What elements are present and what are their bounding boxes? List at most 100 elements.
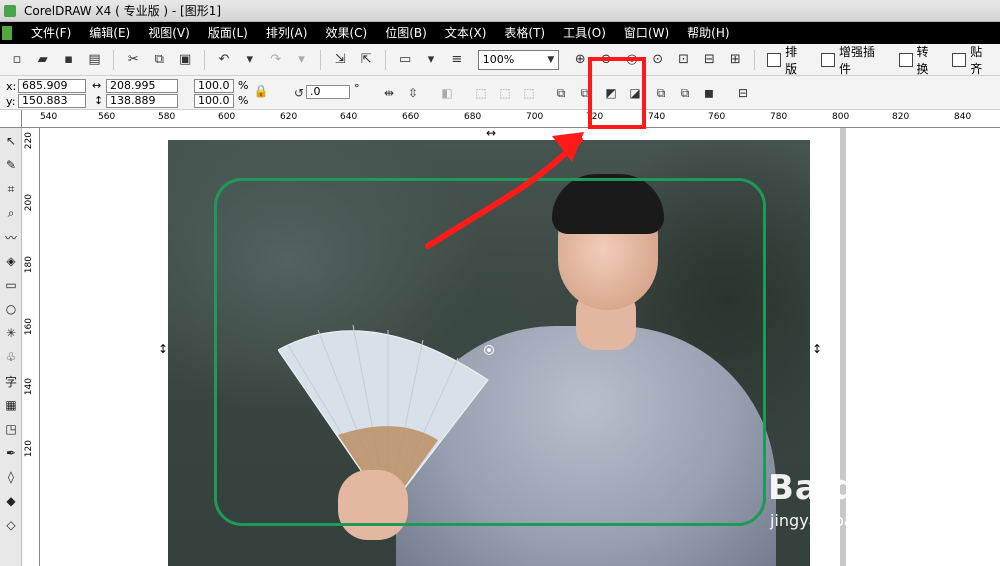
rectangle-tool-icon[interactable]: ▭ xyxy=(0,274,22,296)
table-tool-icon[interactable]: ▦ xyxy=(0,394,22,416)
ruler-tick-label: 220 xyxy=(24,132,34,150)
export-icon[interactable]: ⇱ xyxy=(355,49,377,71)
y-position-field[interactable]: 150.883 mm xyxy=(18,94,86,119)
pick-tool-icon[interactable]: ↖ xyxy=(0,130,22,152)
outline-tool-icon[interactable]: ◊ xyxy=(0,466,22,488)
document-menu-icon[interactable] xyxy=(2,26,12,40)
rotation-angle-field[interactable]: .0 xyxy=(306,85,350,99)
toolbar-separator xyxy=(754,49,756,70)
new-document-icon[interactable]: ▫ xyxy=(6,49,28,71)
back-minus-front-icon[interactable]: ⧉ xyxy=(676,84,694,102)
degree-unit: ° xyxy=(354,82,360,95)
zoom-level-select[interactable]: 100% ▼ xyxy=(477,49,560,70)
chevron-down-icon: ▼ xyxy=(547,54,555,65)
mirror-vertical-icon[interactable]: ⇳ xyxy=(404,84,422,102)
ruler-tick-label: 540 xyxy=(40,112,58,122)
welcome-screen-icon[interactable]: ≡ xyxy=(446,49,468,71)
ruler-tick-label: 120 xyxy=(24,440,34,458)
fit-icon[interactable]: ◧ xyxy=(438,84,456,102)
menu-bitmaps[interactable]: 位图(B) xyxy=(376,22,436,44)
fill-tool-icon[interactable]: ◆ xyxy=(0,490,22,512)
ruler-tick-label: 140 xyxy=(24,378,34,396)
menu-table[interactable]: 表格(T) xyxy=(495,22,554,44)
save-icon[interactable]: ▪ xyxy=(58,49,80,71)
application-launcher-icon[interactable]: ▭ xyxy=(394,49,416,71)
menu-window[interactable]: 窗口(W) xyxy=(615,22,678,44)
ruler-tick-label: 780 xyxy=(770,112,788,122)
zoom-width-icon[interactable]: ⊟ xyxy=(699,49,721,71)
crop-tool-icon[interactable]: ⌗ xyxy=(0,178,22,200)
weld-icon[interactable]: ⧉ xyxy=(552,84,570,102)
height-field[interactable]: 138.889 mm xyxy=(106,94,178,119)
toolbar-separator xyxy=(320,49,322,70)
ruler-tick-label: 580 xyxy=(158,112,176,122)
zoom-page-icon[interactable]: ⊡ xyxy=(673,49,695,71)
top-resize-handle-icon[interactable]: ↔ xyxy=(486,126,496,140)
create-boundary-icon[interactable]: ◼ xyxy=(700,84,718,102)
cut-icon[interactable]: ✂ xyxy=(122,49,144,71)
scale-x-field[interactable]: 100.0 xyxy=(194,79,234,93)
menu-text[interactable]: 文本(X) xyxy=(436,22,496,44)
menu-help[interactable]: 帮助(H) xyxy=(678,22,738,44)
ruler-tick-label: 760 xyxy=(708,112,726,122)
paste-icon[interactable]: ▣ xyxy=(174,49,196,71)
width-field[interactable]: 208.995 mm xyxy=(106,79,178,104)
coreldraw-app-icon[interactable] xyxy=(4,4,16,17)
snap-button[interactable]: 贴齐 xyxy=(946,45,1000,76)
watermark-url: jingyan.baidu.com xyxy=(770,511,918,530)
redo-dropdown-icon[interactable]: ▾ xyxy=(291,49,313,71)
width-icon: ↔ xyxy=(92,79,102,92)
enhance-plugin-button[interactable]: 增强插件 xyxy=(815,45,893,76)
polygon-tool-icon[interactable]: ✳ xyxy=(0,322,22,344)
interactive-fill-tool-icon[interactable]: ◇ xyxy=(0,514,22,536)
x-position-field[interactable]: 685.909 mm xyxy=(18,79,86,104)
undo-dropdown-icon[interactable]: ▾ xyxy=(239,49,261,71)
align-distribute-icon[interactable]: ⊟ xyxy=(734,84,752,102)
group-icon[interactable]: ⬚ xyxy=(472,84,490,102)
menu-edit[interactable]: 编辑(E) xyxy=(80,22,139,44)
text-tool-icon[interactable]: 字 xyxy=(0,370,22,392)
menu-file[interactable]: 文件(F) xyxy=(22,22,80,44)
menu-layout[interactable]: 版面(L) xyxy=(199,22,257,44)
menu-arrange[interactable]: 排列(A) xyxy=(257,22,317,44)
ungroup-icon[interactable]: ⬚ xyxy=(496,84,514,102)
launcher-dropdown-icon[interactable]: ▾ xyxy=(420,49,442,71)
ellipse-tool-icon[interactable]: ○ xyxy=(0,298,22,320)
menu-view[interactable]: 视图(V) xyxy=(139,22,199,44)
print-icon[interactable]: ▤ xyxy=(84,49,106,71)
left-resize-handle-icon[interactable]: ↕ xyxy=(158,342,168,356)
ruler-tick-label: 200 xyxy=(24,194,34,212)
layout-plugin-button[interactable]: 排版 xyxy=(761,45,815,76)
freehand-tool-icon[interactable]: 〰 xyxy=(0,226,22,248)
eyedropper-tool-icon[interactable]: ✒ xyxy=(0,442,22,464)
undo-icon[interactable]: ↶ xyxy=(213,49,235,71)
redo-icon[interactable]: ↷ xyxy=(265,49,287,71)
scale-y-field[interactable]: 100.0 xyxy=(194,94,234,108)
shape-tool-icon[interactable]: ✎ xyxy=(0,154,22,176)
menu-effects[interactable]: 效果(C) xyxy=(316,22,376,44)
vertical-ruler[interactable]: 220 200 180 160 140 120 xyxy=(22,128,40,566)
lock-ratio-icon[interactable]: 🔒 xyxy=(252,82,270,100)
toolbox: ↖ ✎ ⌗ ⌕ 〰 ◈ ▭ ○ ✳ ♧ 字 ▦ ◳ ✒ ◊ ◆ ◇ xyxy=(0,128,22,566)
interactive-blend-tool-icon[interactable]: ◳ xyxy=(0,418,22,440)
zoom-height-icon[interactable]: ⊞ xyxy=(724,49,746,71)
import-icon[interactable]: ⇲ xyxy=(329,49,351,71)
menu-tools[interactable]: 工具(O) xyxy=(554,22,615,44)
zoom-tool-icon[interactable]: ⌕ xyxy=(0,202,22,224)
ruler-tick-label: 800 xyxy=(832,112,850,122)
front-minus-back-icon[interactable]: ⧉ xyxy=(652,84,670,102)
right-resize-handle-icon[interactable]: ↕ xyxy=(812,342,822,356)
ruler-origin-corner[interactable] xyxy=(0,110,22,128)
annotation-highlight-box xyxy=(588,57,646,129)
scale-y-unit: % xyxy=(238,94,249,107)
copy-icon[interactable]: ⧉ xyxy=(148,49,170,71)
ruler-tick-label: 180 xyxy=(24,256,34,274)
convert-button[interactable]: 转换 xyxy=(893,45,947,76)
open-folder-icon[interactable]: ▰ xyxy=(32,49,54,71)
ungroup-all-icon[interactable]: ⬚ xyxy=(520,84,538,102)
basic-shapes-tool-icon[interactable]: ♧ xyxy=(0,346,22,368)
zoom-all-icon[interactable]: ⊙ xyxy=(647,49,669,71)
horizontal-ruler[interactable]: 540 560 580 600 620 640 660 680 700 720 … xyxy=(22,110,1000,128)
smart-fill-tool-icon[interactable]: ◈ xyxy=(0,250,22,272)
mirror-horizontal-icon[interactable]: ⇹ xyxy=(380,84,398,102)
